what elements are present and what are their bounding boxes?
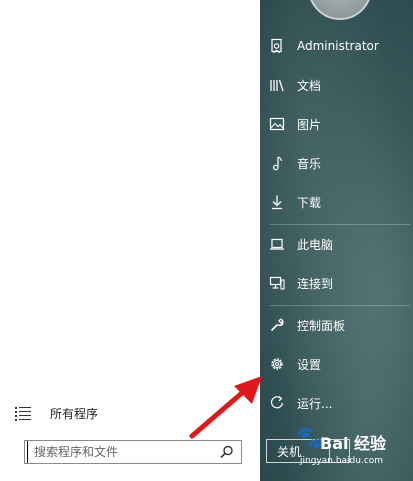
menu-item-documents[interactable]: 文档 bbox=[268, 70, 408, 100]
menu-item-label: 控制面板 bbox=[297, 318, 346, 333]
run-icon bbox=[268, 394, 286, 412]
search-input[interactable] bbox=[27, 441, 219, 463]
menu-item-downloads[interactable]: 下载 bbox=[268, 187, 408, 217]
menu-item-administrator[interactable]: Administrator bbox=[268, 31, 408, 61]
all-programs-label: 所有程序 bbox=[50, 406, 99, 421]
all-programs-button[interactable]: 所有程序 bbox=[14, 400, 254, 426]
list-icon bbox=[14, 405, 34, 421]
library-books-icon bbox=[268, 76, 286, 94]
menu-item-control-panel[interactable]: 控制面板 bbox=[268, 310, 408, 340]
menu-item-label: 下载 bbox=[297, 195, 322, 210]
menu-item-label: Administrator bbox=[297, 39, 379, 53]
start-menu-left-panel: 所有程序 bbox=[0, 0, 260, 481]
menu-divider bbox=[270, 224, 410, 225]
menu-item-label: 文档 bbox=[297, 78, 322, 93]
menu-item-label: 音乐 bbox=[297, 156, 322, 171]
menu-item-label: 设置 bbox=[297, 357, 322, 372]
menu-divider bbox=[270, 305, 410, 306]
gear-icon bbox=[268, 355, 286, 373]
baidu-watermark: 🐾 Bai 经验 jingyan.baidu.com bbox=[280, 426, 410, 472]
network-monitor-icon bbox=[268, 274, 286, 292]
laptop-icon bbox=[268, 235, 286, 253]
search-box[interactable] bbox=[24, 440, 242, 464]
wrench-icon bbox=[268, 316, 286, 334]
menu-item-run[interactable]: 运行... bbox=[268, 388, 408, 418]
menu-item-label: 此电脑 bbox=[297, 237, 334, 252]
menu-item-label: 图片 bbox=[297, 117, 322, 132]
menu-item-label: 运行... bbox=[297, 396, 333, 411]
menu-item-label: 连接到 bbox=[297, 276, 334, 291]
menu-item-this-pc[interactable]: 此电脑 bbox=[268, 229, 408, 259]
menu-item-settings[interactable]: 设置 bbox=[268, 349, 408, 379]
menu-item-connect-to[interactable]: 连接到 bbox=[268, 268, 408, 298]
user-document-icon bbox=[268, 37, 286, 55]
menu-item-pictures[interactable]: 图片 bbox=[268, 109, 408, 139]
start-menu-right-panel: Administrator 文档 图片 音乐 下载 此电脑 连接到 控制面板 设… bbox=[260, 0, 413, 481]
user-avatar[interactable] bbox=[308, 0, 372, 20]
watermark-url: jingyan.baidu.com bbox=[300, 456, 384, 466]
download-icon bbox=[268, 193, 286, 211]
picture-icon bbox=[268, 115, 286, 133]
music-note-icon bbox=[268, 154, 286, 172]
watermark-brand: Bai 经验 bbox=[320, 434, 387, 453]
menu-item-music[interactable]: 音乐 bbox=[268, 148, 408, 178]
search-icon[interactable] bbox=[219, 444, 235, 460]
